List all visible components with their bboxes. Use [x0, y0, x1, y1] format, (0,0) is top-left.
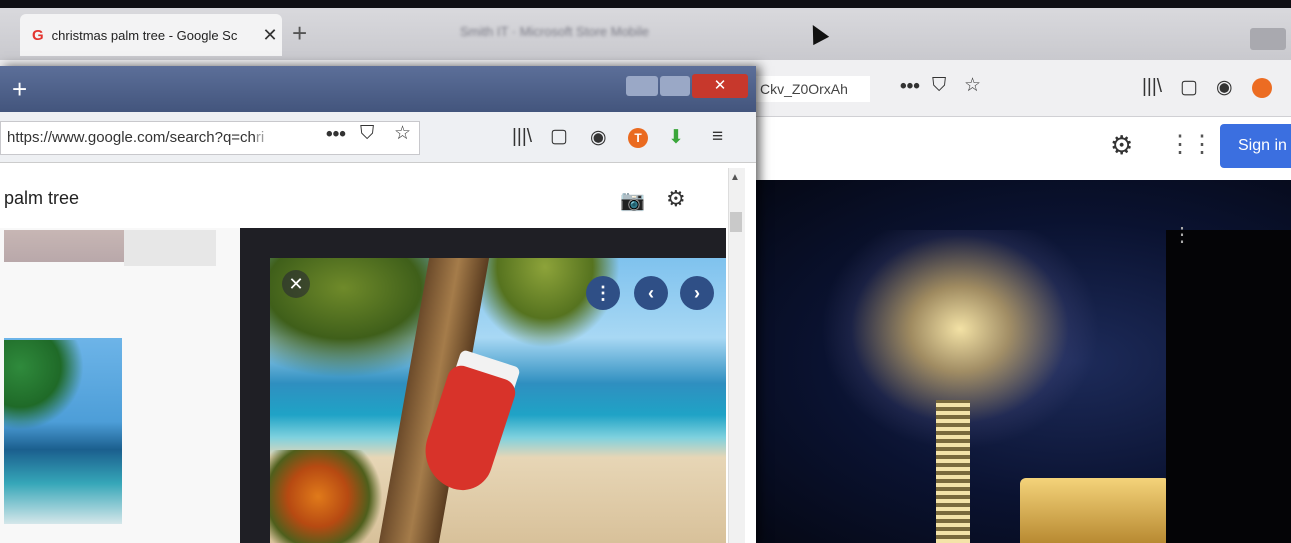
- url-text-faded: ri: [255, 129, 265, 146]
- image-result-placeholder: [124, 230, 216, 266]
- scrollbar-thumb[interactable]: [730, 212, 742, 232]
- back-window-controls[interactable]: [1250, 28, 1286, 50]
- next-image-icon[interactable]: ›: [680, 276, 714, 310]
- google-favicon-icon: G: [32, 26, 44, 44]
- scroll-up-icon[interactable]: ▲: [730, 172, 740, 183]
- page-actions-icon[interactable]: •••: [326, 124, 346, 146]
- bookmark-star-icon[interactable]: ☆: [394, 122, 411, 145]
- page-actions-icon[interactable]: •••: [900, 76, 920, 98]
- bookmark-star-icon[interactable]: ☆: [964, 74, 981, 97]
- pocket-icon[interactable]: ⛉: [932, 75, 946, 97]
- front-new-tab-button[interactable]: +: [12, 74, 27, 105]
- new-tab-button[interactable]: +: [292, 18, 307, 49]
- maximize-button[interactable]: [660, 76, 690, 96]
- url-text: https://www.google.com/search?q=ch: [7, 129, 256, 146]
- back-url-field[interactable]: Ckv_Z0OrxAh: [756, 76, 870, 102]
- download-icon[interactable]: ⬇: [668, 126, 684, 149]
- account-icon[interactable]: ◉: [1216, 76, 1233, 99]
- sign-in-button[interactable]: Sign in: [1220, 124, 1291, 168]
- sidebar-icon[interactable]: ▢: [550, 125, 568, 148]
- library-icon[interactable]: |||\: [1142, 76, 1162, 98]
- account-icon[interactable]: ◉: [590, 126, 607, 149]
- extension-icon[interactable]: T: [628, 128, 648, 148]
- flowers-image: [270, 450, 390, 543]
- close-window-button[interactable]: ✕: [692, 74, 748, 98]
- back-browser-tab[interactable]: G christmas palm tree - Google Sc ✕: [20, 14, 282, 56]
- minimize-button[interactable]: [626, 76, 658, 96]
- settings-gear-icon[interactable]: ⚙: [1110, 130, 1133, 161]
- extension-icon[interactable]: [1252, 78, 1272, 98]
- url-bar[interactable]: https://www.google.com/search?q=chri: [0, 121, 420, 155]
- tab-close-icon[interactable]: ✕: [258, 25, 282, 46]
- camera-icon[interactable]: 📷: [620, 188, 645, 213]
- palm-leaves-image: [4, 340, 84, 430]
- google-search-bar: [0, 174, 726, 229]
- hamburger-menu-icon[interactable]: ≡: [712, 126, 723, 148]
- sidebar-icon[interactable]: ▢: [1180, 76, 1198, 99]
- kebab-menu-icon[interactable]: ⋮: [1172, 222, 1192, 247]
- pocket-icon[interactable]: ⛉: [360, 123, 374, 145]
- tab-title: christmas palm tree - Google Sc: [51, 27, 238, 43]
- previous-image-icon[interactable]: ‹: [634, 276, 668, 310]
- dark-region: [1166, 230, 1291, 543]
- lit-house-image: [1020, 478, 1170, 543]
- library-icon[interactable]: |||\: [512, 126, 532, 148]
- search-input[interactable]: palm tree: [4, 188, 79, 209]
- blurred-window-title: Smith IT · Microsoft Store Mobile: [460, 24, 650, 39]
- settings-gear-icon[interactable]: ⚙: [666, 186, 686, 212]
- preview-close-icon[interactable]: ✕: [282, 270, 310, 298]
- image-result-thumbnail[interactable]: [4, 230, 124, 262]
- lit-palm-trunk: [936, 400, 970, 543]
- preview-more-options-icon[interactable]: ⋮: [586, 276, 620, 310]
